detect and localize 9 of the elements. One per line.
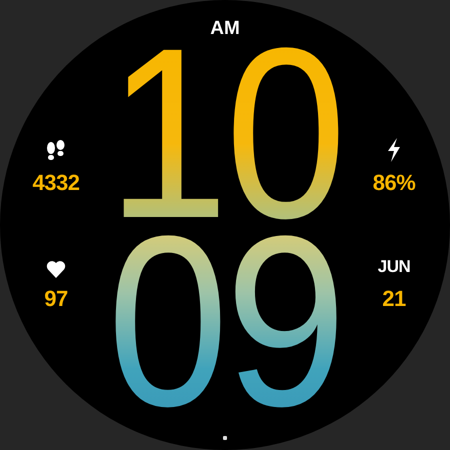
heart-value: 97	[44, 286, 68, 312]
heart-icon	[46, 260, 66, 278]
battery-value: 86%	[372, 170, 416, 196]
am-pm-label: AM	[210, 18, 240, 40]
lightning-icon	[386, 138, 402, 162]
footprints-icon	[44, 140, 67, 162]
steps-value: 4332	[32, 170, 80, 196]
month-label: JUN	[378, 256, 410, 278]
day-value: 21	[382, 286, 406, 312]
